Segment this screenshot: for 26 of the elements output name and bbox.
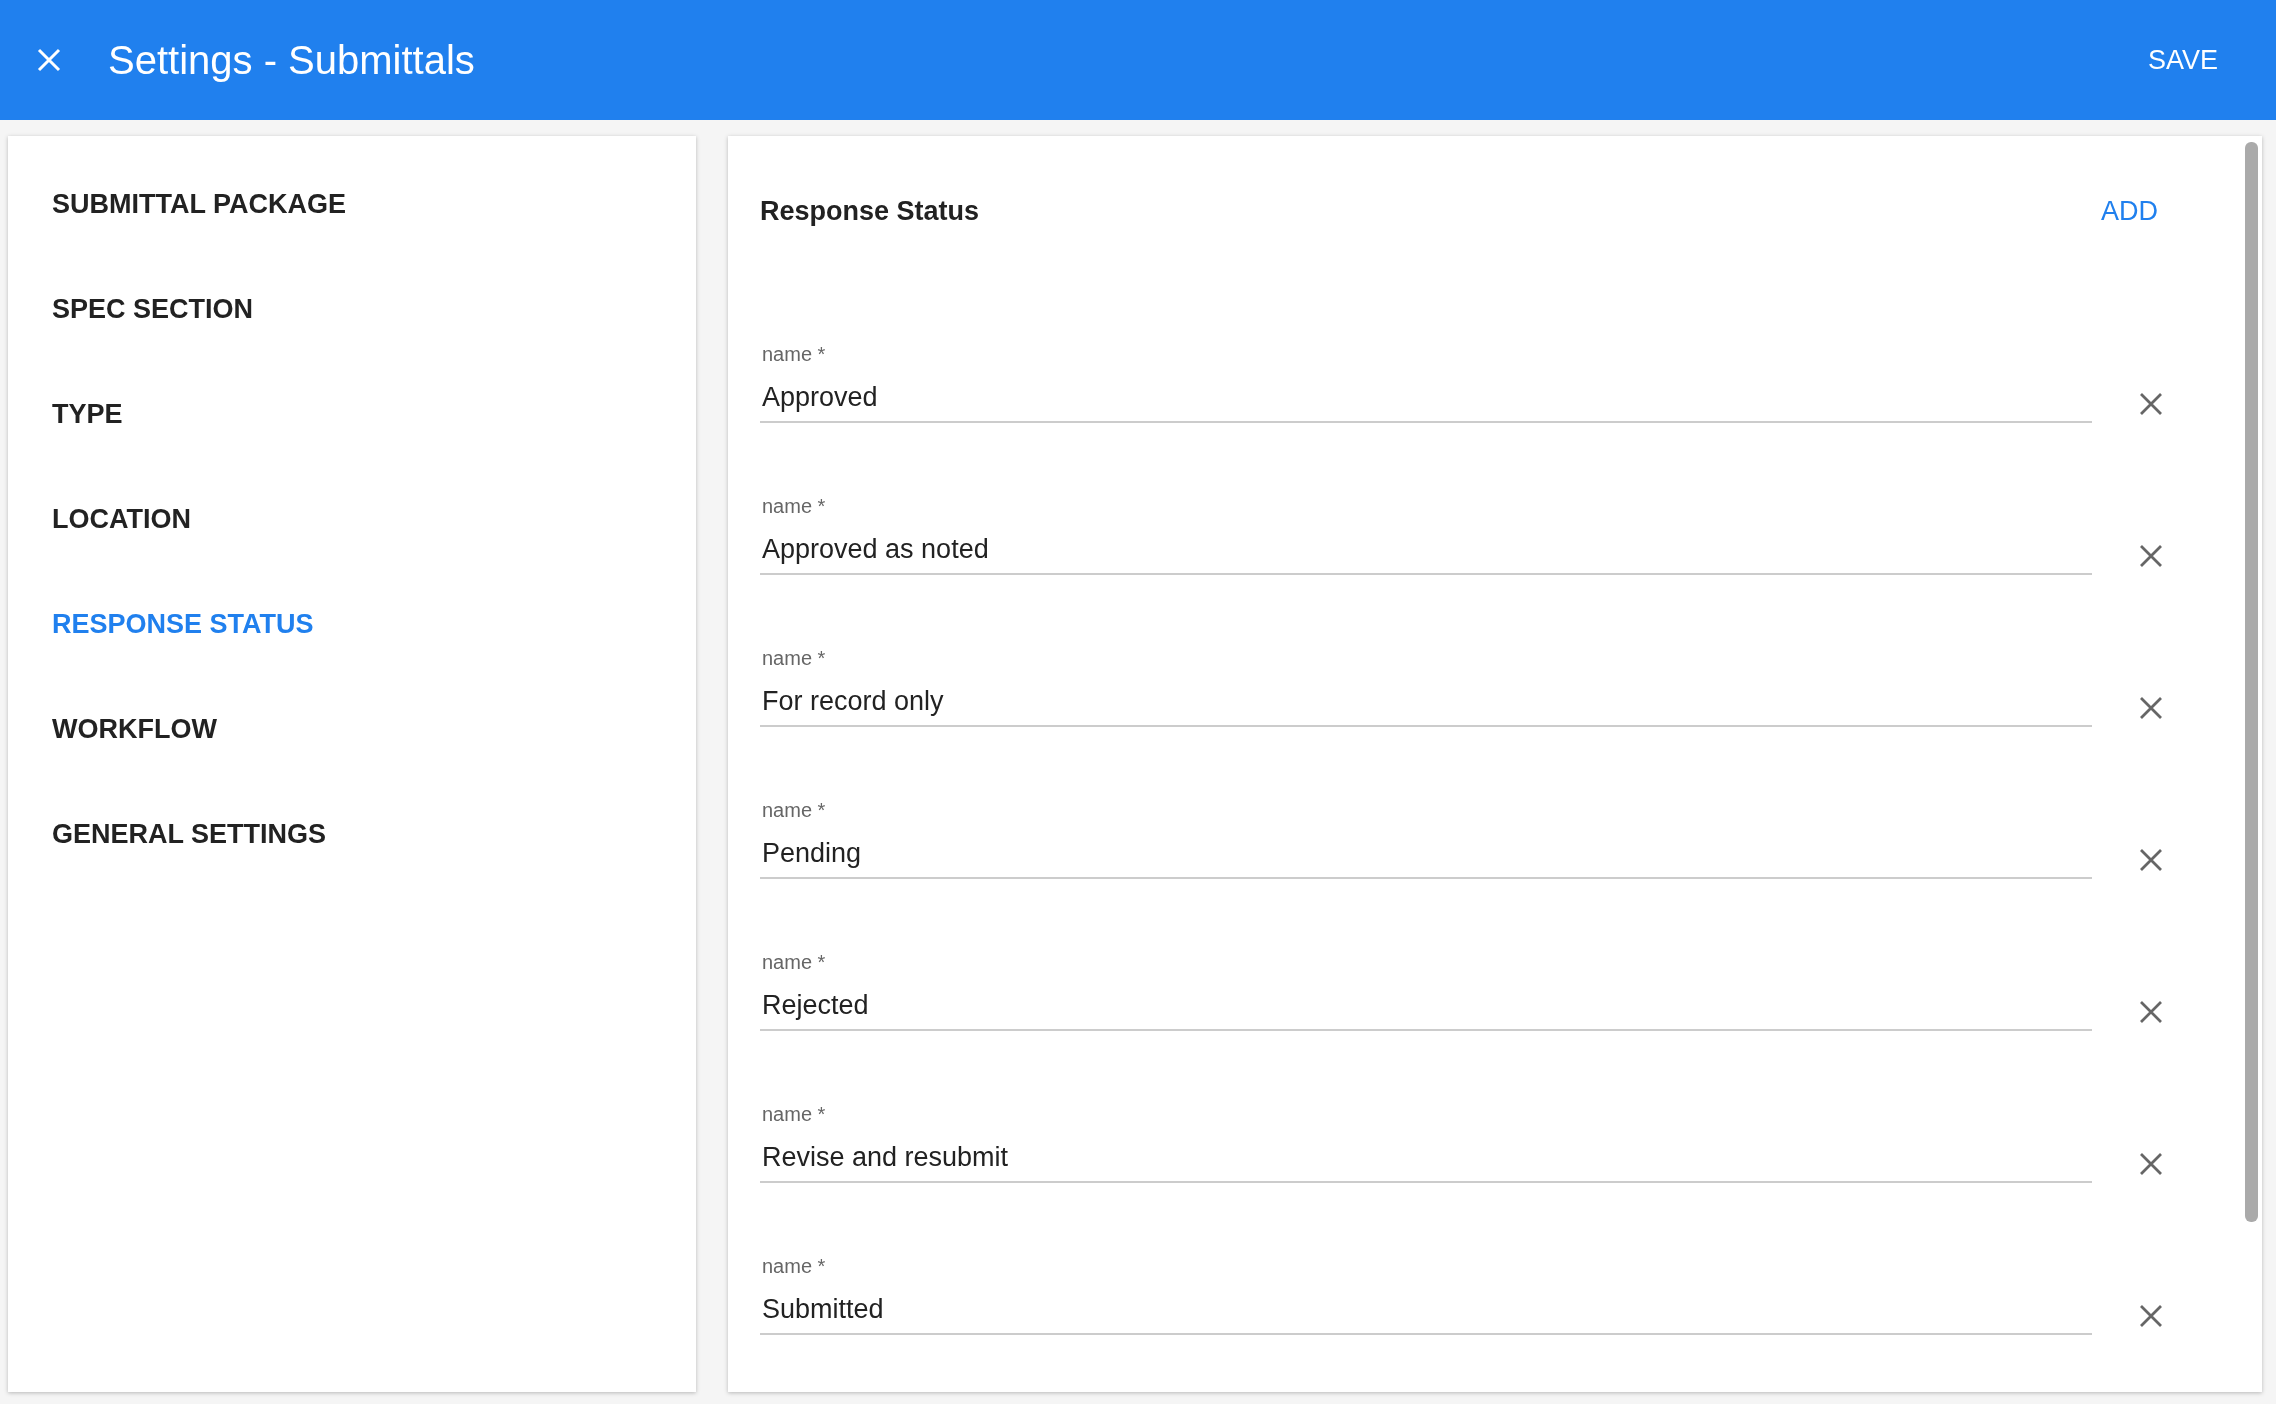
field-label: name * bbox=[762, 799, 826, 822]
input-field[interactable]: Pending bbox=[760, 834, 2092, 879]
sidebar-item[interactable]: TYPE bbox=[8, 362, 167, 467]
sidebar-item[interactable]: SPEC SECTION bbox=[8, 257, 298, 362]
input-field[interactable]: Rejected bbox=[760, 986, 2092, 1031]
sidebar-item[interactable]: LOCATION bbox=[8, 467, 235, 572]
field-label: name * bbox=[762, 495, 826, 518]
scrollbar[interactable] bbox=[2245, 142, 2258, 1222]
add-button[interactable]: ADD bbox=[2087, 188, 2172, 235]
field-label: name * bbox=[762, 951, 826, 974]
input-field[interactable]: Approved bbox=[760, 378, 2092, 423]
field-label: name * bbox=[762, 343, 826, 366]
input-field[interactable]: Approved as noted bbox=[760, 530, 2092, 575]
sidebar-item[interactable]: RESPONSE STATUS bbox=[8, 572, 358, 677]
save-button[interactable]: SAVE bbox=[2129, 34, 2236, 86]
input-field[interactable]: Revise and resubmit bbox=[760, 1138, 2092, 1183]
field-label: name * bbox=[762, 1255, 826, 1278]
section-title: Response Status bbox=[760, 196, 980, 227]
input-field[interactable]: For record only bbox=[760, 682, 2092, 727]
sidebar-item[interactable]: SUBMITTAL PACKAGE bbox=[8, 152, 390, 257]
sidebar-item[interactable]: WORKFLOW bbox=[8, 677, 261, 782]
sidebar-item[interactable]: GENERAL SETTINGS bbox=[8, 782, 371, 887]
window-title: Settings - Submittals bbox=[108, 37, 476, 83]
input-field[interactable]: Submitted bbox=[760, 1290, 2092, 1335]
field-label: name * bbox=[762, 1103, 826, 1126]
field-label: name * bbox=[762, 647, 826, 670]
